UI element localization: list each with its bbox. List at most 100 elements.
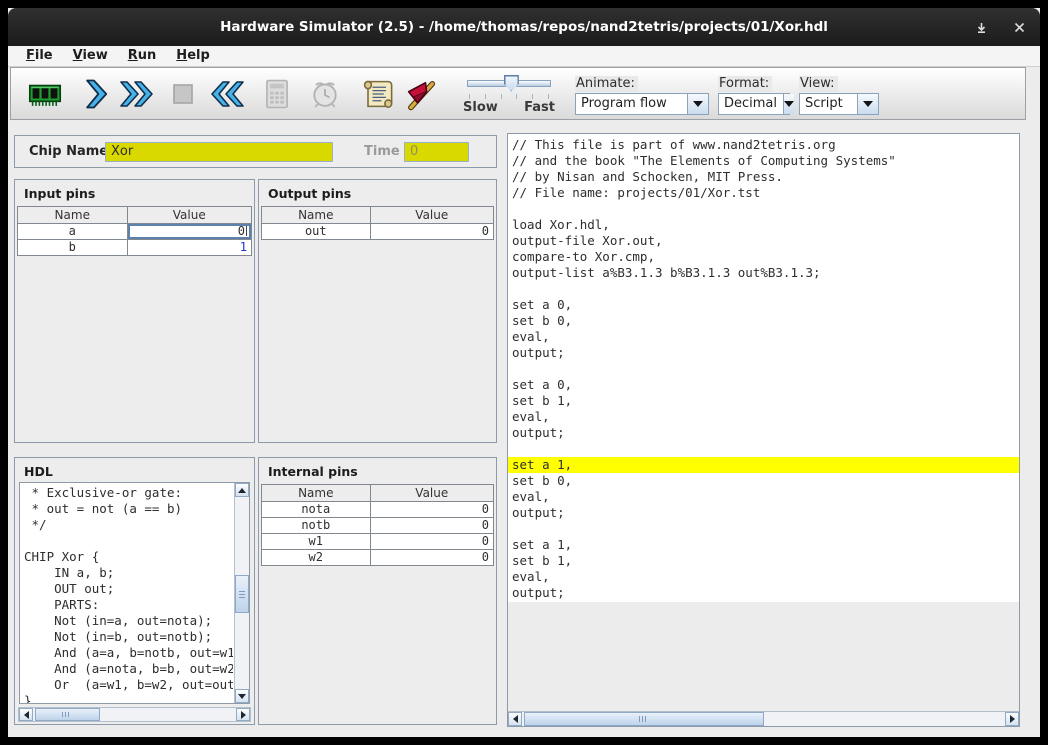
fast-forward-icon <box>117 76 157 112</box>
step-forward-icon <box>77 76 113 112</box>
script-line <box>508 281 1019 297</box>
single-step-button[interactable] <box>75 73 115 115</box>
animate-group: Animate: Program flow <box>575 72 709 116</box>
script-line: compare-to Xor.cmp, <box>508 249 1019 265</box>
pin-value-cell: 0 <box>371 550 493 565</box>
app-window: Hardware Simulator (2.5) - /home/thomas/… <box>8 8 1040 737</box>
rewind-button[interactable] <box>207 73 247 115</box>
load-chip-button[interactable] <box>25 73 65 115</box>
window-title: Hardware Simulator (2.5) - /home/thomas/… <box>8 8 1040 46</box>
name-column-header: Name <box>262 485 371 501</box>
rewind-icon <box>207 76 247 112</box>
menu-items: FileViewRunHelp <box>8 46 1040 65</box>
internal-pins-rows: nota 0 notb 0 w1 0 w2 0 <box>261 502 494 566</box>
input-pins-table: Name Value a 0 b 1 <box>17 206 252 256</box>
animate-value: Program flow <box>576 94 687 114</box>
code-line: Or (a=w1, b=w2, out=out); <box>20 677 233 693</box>
fast-label: Fast <box>524 100 555 115</box>
pin-value-cell[interactable]: 1 <box>128 240 252 255</box>
calculator-button[interactable] <box>257 73 297 115</box>
pin-row: b 1 <box>17 240 252 256</box>
animate-label: Animate: <box>575 76 638 92</box>
hdl-vertical-scrollbar[interactable] <box>234 483 249 703</box>
script-line: eval, <box>508 569 1019 585</box>
code-line: OUT out; <box>20 581 233 597</box>
hdl-title: HDL <box>15 458 254 479</box>
view-select[interactable]: Script <box>799 93 879 115</box>
menu-item[interactable]: View <box>63 46 118 65</box>
script-line: set a 0, <box>508 297 1019 313</box>
script-line: set a 1, <box>508 537 1019 553</box>
script-line: output-list a%B3.1.3 b%B3.1.3 out%B3.1.3… <box>508 265 1019 281</box>
hdl-horizontal-scrollbar[interactable] <box>18 707 251 722</box>
script-line: // File name: projects/01/Xor.tst <box>508 185 1019 201</box>
input-pins-rows: a 0 b 1 <box>17 224 252 256</box>
view-dropdown-button[interactable] <box>857 94 878 114</box>
time-label: Time : <box>364 144 409 159</box>
scroll-thumb[interactable] <box>235 575 249 612</box>
menu-item[interactable]: Run <box>118 46 167 65</box>
output-pins-table: Name Value out 0 <box>261 206 494 240</box>
stop-button[interactable] <box>163 73 203 115</box>
title-bar[interactable]: Hardware Simulator (2.5) - /home/thomas/… <box>8 8 1040 46</box>
name-column-header: Name <box>262 207 371 223</box>
slider-thumb[interactable] <box>504 75 519 92</box>
window-controls <box>972 8 1028 46</box>
chip-name-bar: Chip Name : Xor Time : 0 <box>14 135 497 168</box>
scroll-thumb[interactable] <box>524 712 764 726</box>
hdl-code-lines: * Exclusive-or gate: * out = not (a == b… <box>20 485 233 704</box>
menu-item[interactable]: Help <box>166 46 219 65</box>
script-line: output-file Xor.out, <box>508 233 1019 249</box>
pin-row: out 0 <box>261 224 494 240</box>
calculator-icon <box>259 76 295 112</box>
script-line: // This file is part of www.nand2tetris.… <box>508 137 1019 153</box>
pin-value-cell: 0 <box>371 224 493 239</box>
chip-name-field[interactable]: Xor <box>105 142 333 162</box>
load-script-button[interactable] <box>357 73 397 115</box>
input-pins-title: Input pins <box>15 180 254 201</box>
script-line: output; <box>508 505 1019 521</box>
script-line <box>508 521 1019 537</box>
minimize-icon <box>975 21 988 34</box>
pin-row: w1 0 <box>261 534 494 550</box>
script-horizontal-scrollbar[interactable] <box>508 711 1019 726</box>
pin-value-cell: 0 <box>371 534 493 549</box>
run-button[interactable] <box>117 73 157 115</box>
scroll-right-button[interactable] <box>236 708 250 721</box>
script-line: set a 1, <box>508 457 1019 473</box>
format-select[interactable]: Decimal <box>718 93 790 115</box>
pin-name: nota <box>262 502 371 517</box>
script-panel: // This file is part of www.nand2tetris.… <box>507 133 1020 727</box>
minimize-button[interactable] <box>972 18 990 36</box>
clock-button[interactable] <box>305 73 345 115</box>
internal-pins-panel: Internal pins Name Value nota 0 notb 0 w… <box>258 457 497 725</box>
code-line: * Exclusive-or gate: <box>20 485 233 501</box>
menu-item[interactable]: File <box>16 46 63 65</box>
hdl-code-view: * Exclusive-or gate: * out = not (a == b… <box>19 482 250 704</box>
pin-row: a 0 <box>17 224 252 240</box>
format-group: Format: Decimal <box>718 72 790 116</box>
animate-select[interactable]: Program flow <box>575 93 709 115</box>
scroll-left-button[interactable] <box>19 708 33 721</box>
scroll-thumb[interactable] <box>35 708 100 721</box>
name-column-header: Name <box>18 207 128 223</box>
breakpoints-button[interactable] <box>401 73 441 115</box>
pin-row: notb 0 <box>261 518 494 534</box>
format-dropdown-button[interactable] <box>783 94 794 114</box>
script-lines: // This file is part of www.nand2tetris.… <box>508 134 1019 602</box>
scroll-up-button[interactable] <box>235 483 249 497</box>
code-line: PARTS: <box>20 597 233 613</box>
pin-value-cell[interactable]: 0 <box>128 224 252 239</box>
scroll-right-button[interactable] <box>1005 712 1019 726</box>
chip-icon <box>27 76 63 112</box>
close-button[interactable] <box>1010 18 1028 36</box>
scroll-down-button[interactable] <box>235 689 249 703</box>
scroll-left-button[interactable] <box>508 712 522 726</box>
internal-pins-table: Name Value nota 0 notb 0 w1 0 w2 0 <box>261 484 494 566</box>
code-line: Not (in=b, out=notb); <box>20 629 233 645</box>
scroll-icon <box>359 76 395 112</box>
table-header: Name Value <box>261 484 494 502</box>
slider-labels: Slow Fast <box>463 100 555 115</box>
animate-dropdown-button[interactable] <box>687 94 708 114</box>
pin-name: notb <box>262 518 371 533</box>
